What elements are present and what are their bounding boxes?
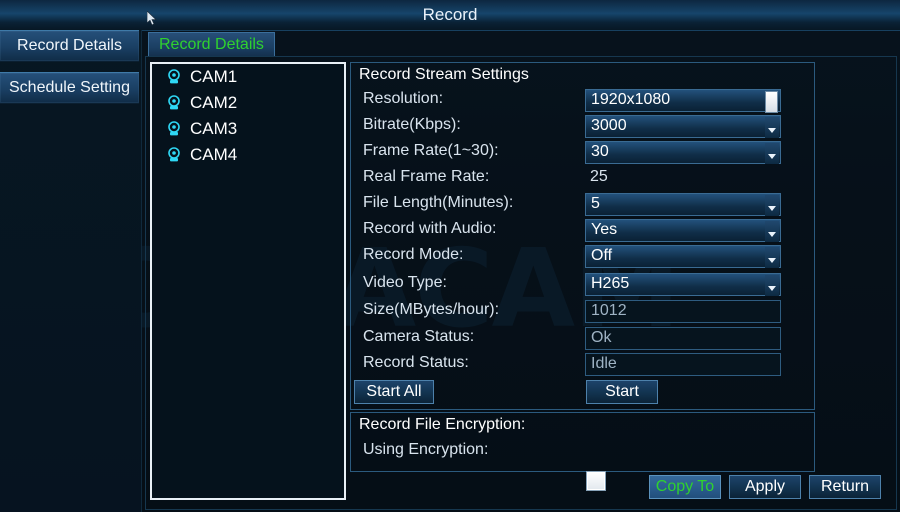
record-status-box: Idle — [585, 353, 781, 376]
field-row-resolution: Resolution: 1920x1080 — [141, 89, 900, 116]
window-title: Record — [422, 5, 478, 24]
tab-record-details[interactable]: Record Details — [148, 32, 275, 57]
start-all-button-label: Start All — [366, 383, 422, 400]
frame-rate-dropdown[interactable]: 30 — [585, 141, 781, 164]
field-row-using-encryption: Using Encryption: — [141, 441, 900, 467]
start-button[interactable]: Start — [586, 380, 658, 404]
title-bar: Record — [0, 0, 900, 31]
field-label: Frame Rate(1~30): — [363, 142, 499, 159]
start-button-label: Start — [605, 383, 639, 400]
sidebar: Record Details Schedule Setting — [0, 30, 142, 512]
field-label: Resolution: — [363, 90, 444, 107]
record-mode-dropdown[interactable]: Off — [585, 245, 781, 268]
field-value: 1920x1080 — [591, 91, 671, 108]
field-label: Video Type: — [363, 274, 447, 291]
resolution-dropdown[interactable]: 1920x1080 — [585, 89, 781, 113]
using-encryption-checkbox[interactable] — [586, 471, 606, 491]
tab-bar: Record Details — [144, 30, 898, 58]
field-value: H265 — [591, 275, 630, 292]
sidebar-item-label: Schedule Setting — [9, 79, 130, 96]
field-row-record-status: Record Status: Idle — [141, 353, 900, 380]
chevron-down-icon[interactable] — [765, 117, 779, 138]
return-button-label: Return — [820, 478, 870, 495]
copy-to-button-label: Copy To — [655, 478, 715, 495]
chevron-down-icon[interactable] — [765, 143, 779, 164]
field-label: Camera Status: — [363, 328, 475, 345]
sidebar-item-label: Record Details — [17, 37, 122, 54]
list-item-label: CAM1 — [190, 67, 238, 86]
sidebar-item-record-details[interactable]: Record Details — [0, 30, 139, 62]
chevron-down-icon[interactable] — [765, 275, 779, 296]
field-value: Off — [591, 247, 613, 264]
field-row-record-with-audio: Record with Audio: Yes — [141, 219, 900, 246]
field-value: Yes — [591, 221, 618, 238]
group-title: Record File Encryption: — [359, 416, 526, 433]
field-row-size: Size(MBytes/hour): 1012 — [141, 300, 900, 327]
field-value: 3000 — [591, 117, 627, 134]
content-area: Record Details CAM1 CAM2 CAM3 CAM4 Recor… — [141, 30, 900, 512]
encryption-checkbox-label: Using Encryption: — [363, 441, 489, 458]
field-value: Idle — [591, 355, 617, 372]
camera-status-box: Ok — [585, 327, 781, 350]
start-all-button[interactable]: Start All — [354, 380, 434, 404]
field-label: Size(MBytes/hour): — [363, 301, 500, 318]
field-row-real-frame-rate: Real Frame Rate: 25 — [141, 168, 900, 194]
file-length-dropdown[interactable]: 5 — [585, 193, 781, 216]
record-with-audio-dropdown[interactable]: Yes — [585, 219, 781, 242]
chevron-down-icon[interactable] — [765, 195, 779, 216]
field-row-record-mode: Record Mode: Off — [141, 245, 900, 272]
list-item[interactable]: CAM1 — [152, 64, 344, 90]
chevron-down-icon[interactable] — [765, 221, 779, 242]
field-value: 1012 — [591, 302, 627, 319]
video-type-dropdown[interactable]: H265 — [585, 273, 781, 296]
field-row-file-length: File Length(Minutes): 5 — [141, 193, 900, 220]
field-label: Record with Audio: — [363, 220, 497, 237]
tab-label: Record Details — [159, 36, 264, 53]
bitrate-dropdown[interactable]: 3000 — [585, 115, 781, 138]
camera-icon — [168, 69, 180, 84]
field-value: 5 — [591, 195, 600, 212]
scroll-thumb[interactable] — [765, 91, 778, 113]
sidebar-item-schedule-setting[interactable]: Schedule Setting — [0, 72, 139, 104]
field-row-camera-status: Camera Status: Ok — [141, 327, 900, 354]
apply-button[interactable]: Apply — [729, 475, 801, 499]
field-label: Record Mode: — [363, 246, 464, 263]
chevron-down-icon[interactable] — [765, 247, 779, 268]
apply-button-label: Apply — [744, 478, 786, 495]
copy-to-button[interactable]: Copy To — [649, 475, 721, 499]
field-row-video-type: Video Type: H265 — [141, 273, 900, 300]
record-window: POMIACAM Record Record Details Schedule … — [0, 0, 900, 512]
return-button[interactable]: Return — [809, 475, 881, 499]
field-value: Ok — [591, 329, 612, 346]
field-row-frame-rate: Frame Rate(1~30): 30 — [141, 141, 900, 168]
field-value: 30 — [591, 143, 609, 160]
field-value: 25 — [590, 168, 608, 185]
size-value-box: 1012 — [585, 300, 781, 323]
group-title: Record Stream Settings — [359, 66, 529, 83]
field-label: Real Frame Rate: — [363, 168, 490, 185]
field-label: Record Status: — [363, 354, 469, 371]
field-row-bitrate: Bitrate(Kbps): 3000 — [141, 115, 900, 142]
field-label: Bitrate(Kbps): — [363, 116, 461, 133]
field-label: File Length(Minutes): — [363, 194, 514, 211]
